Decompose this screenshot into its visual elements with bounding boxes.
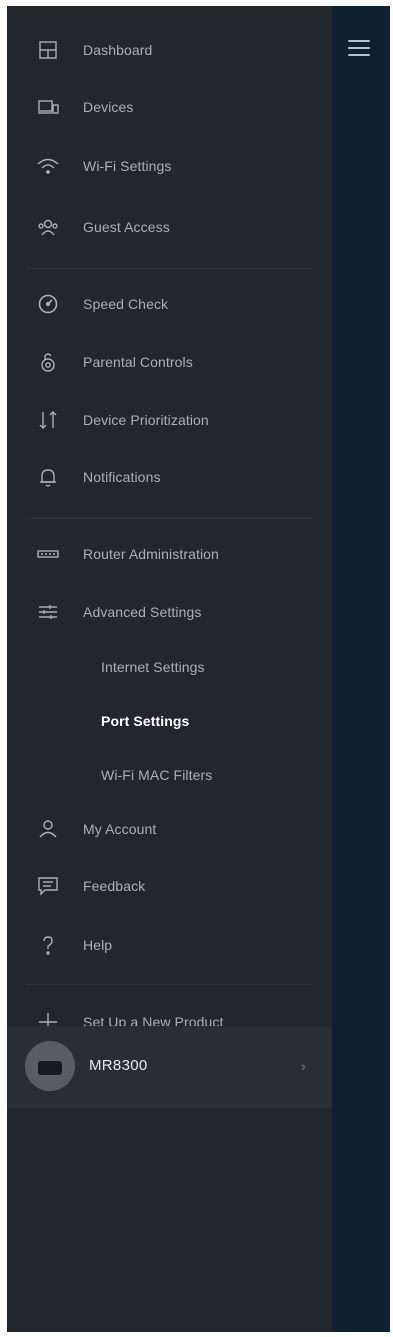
menu-label: Dashboard [83, 42, 153, 58]
menu-label: Wi-Fi Settings [83, 158, 172, 174]
menu-label: Guest Access [83, 219, 170, 235]
speedometer-icon [35, 291, 61, 317]
submenu-item-internet-settings[interactable]: Internet Settings [7, 645, 332, 689]
menu-label: Device Prioritization [83, 412, 209, 428]
menu-label: Help [83, 937, 113, 953]
menu-label: Feedback [83, 878, 146, 894]
navigation-drawer: Dashboard Devices Wi-Fi Settings Guest A… [7, 6, 332, 1332]
menu-item-devices[interactable]: Devices [7, 85, 332, 129]
bell-icon [35, 464, 61, 490]
drawer-backdrop[interactable] [332, 6, 390, 1332]
lock-icon [35, 349, 61, 375]
menu-item-dashboard[interactable]: Dashboard [7, 28, 332, 72]
menu-item-my-account[interactable]: My Account [7, 807, 332, 851]
question-icon [35, 932, 61, 958]
menu-label: My Account [83, 821, 157, 837]
menu-item-device-prioritization[interactable]: Device Prioritization [7, 398, 332, 442]
menu-item-guest-access[interactable]: Guest Access [7, 205, 332, 249]
submenu-label: Port Settings [101, 713, 190, 729]
menu-item-notifications[interactable]: Notifications [7, 455, 332, 499]
section-divider [27, 518, 312, 519]
menu-item-feedback[interactable]: Feedback [7, 864, 332, 908]
menu-label: Advanced Settings [83, 604, 202, 620]
router-icon [35, 541, 61, 567]
device-avatar [25, 1041, 75, 1091]
devices-icon [35, 94, 61, 120]
menu-label: Notifications [83, 469, 161, 485]
wifi-icon [35, 153, 61, 179]
chat-icon [35, 873, 61, 899]
submenu-label: Wi-Fi MAC Filters [101, 767, 213, 783]
menu-toggle-icon[interactable] [348, 40, 370, 56]
section-divider [27, 268, 312, 269]
menu-label: Router Administration [83, 546, 219, 562]
menu-label: Parental Controls [83, 354, 193, 370]
submenu-label: Internet Settings [101, 659, 205, 675]
app-frame: Dashboard Devices Wi-Fi Settings Guest A… [7, 6, 390, 1332]
menu-item-router-administration[interactable]: Router Administration [7, 532, 332, 576]
sliders-icon [35, 599, 61, 625]
dashboard-icon [35, 37, 61, 63]
menu-item-wifi-settings[interactable]: Wi-Fi Settings [7, 144, 332, 188]
guest-access-icon [35, 214, 61, 240]
chevron-right-icon: › [301, 1058, 306, 1074]
priority-arrows-icon [35, 407, 61, 433]
section-divider [27, 984, 312, 985]
device-name: MR8300 [89, 1057, 148, 1074]
menu-item-speed-check[interactable]: Speed Check [7, 282, 332, 326]
router-thumbnail [38, 1061, 62, 1075]
device-selector[interactable]: MR8300 › [7, 1026, 332, 1108]
menu-item-parental-controls[interactable]: Parental Controls [7, 340, 332, 384]
menu-item-help[interactable]: Help [7, 923, 332, 967]
submenu-item-port-settings[interactable]: Port Settings [7, 699, 332, 743]
menu-label: Speed Check [83, 296, 169, 312]
menu-item-advanced-settings[interactable]: Advanced Settings [7, 590, 332, 634]
user-icon [35, 816, 61, 842]
menu-label: Devices [83, 99, 134, 115]
submenu-item-wifi-mac-filters[interactable]: Wi-Fi MAC Filters [7, 753, 332, 797]
